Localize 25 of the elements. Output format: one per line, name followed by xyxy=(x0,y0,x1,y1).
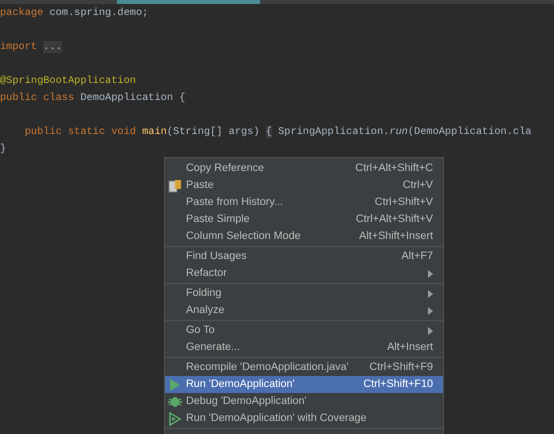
menu-item[interactable]: Column Selection Mode Alt+Shift+Insert xyxy=(165,228,443,245)
menu-item[interactable]: Paste from History... Ctrl+Shift+V xyxy=(165,194,443,211)
code-line: @SpringBootApplication xyxy=(0,74,136,89)
coverage-run-icon xyxy=(168,412,182,426)
menu-item[interactable]: Refactor xyxy=(165,265,443,282)
code-line: import ... xyxy=(0,40,62,55)
menu-item[interactable]: Copy Reference Ctrl+Alt+Shift+C xyxy=(165,160,443,177)
menu-item[interactable]: Find Usages Alt+F7 xyxy=(165,248,443,265)
code-line: public class DemoApplication { xyxy=(0,91,186,106)
menu-item[interactable]: Folding xyxy=(165,285,443,302)
bug-icon xyxy=(168,394,182,408)
clipboard-icon xyxy=(168,178,182,192)
play-icon xyxy=(168,378,182,392)
menu-item[interactable]: Recompile 'DemoApplication.java' Ctrl+Shift+F9 xyxy=(165,359,443,376)
menu-item[interactable]: Generate... Alt+Insert xyxy=(165,339,443,356)
code-line: } xyxy=(0,142,6,157)
code-line: package com.spring.demo; xyxy=(0,6,148,21)
menu-item[interactable]: Paste Ctrl+V xyxy=(165,177,443,194)
menu-item[interactable]: Run 'DemoApplication' Ctrl+Shift+F10 xyxy=(165,376,443,393)
menu-item[interactable]: Run 'DemoApplication' with Coverage xyxy=(165,410,443,427)
menu-item[interactable]: Debug 'DemoApplication' xyxy=(165,393,443,410)
menu-item[interactable]: Paste Simple Ctrl+Alt+Shift+V xyxy=(165,211,443,228)
code-line: public static void main(String[] args) { SpringApplication.run(DemoApplication.cla xyxy=(24,125,532,140)
menu-item[interactable]: Go To xyxy=(165,322,443,339)
menu-item[interactable]: Analyze xyxy=(165,302,443,319)
